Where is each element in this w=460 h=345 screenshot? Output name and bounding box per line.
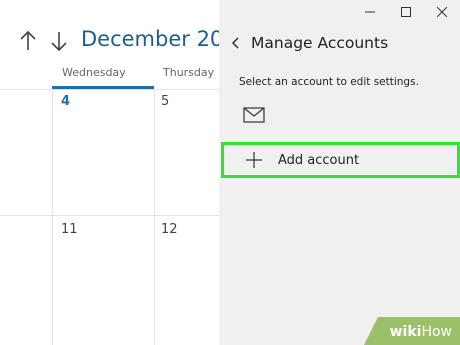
day-cell-today[interactable]: 4 <box>61 94 70 109</box>
grid-line <box>0 215 219 216</box>
add-account-label: Add account <box>278 152 360 168</box>
pane-subtitle: Select an account to edit settings. <box>239 76 419 88</box>
previous-arrow-icon[interactable] <box>20 30 36 52</box>
grid-line <box>0 89 219 90</box>
chevron-left-icon <box>231 37 239 49</box>
maximize-icon <box>401 7 411 17</box>
maximize-button[interactable] <box>388 0 424 24</box>
window-controls <box>352 0 460 24</box>
watermark-wiki: wiki <box>389 324 422 340</box>
minimize-icon <box>365 11 375 13</box>
day-cell[interactable]: 5 <box>161 94 169 109</box>
next-arrow-icon[interactable] <box>51 30 67 52</box>
minimize-button[interactable] <box>352 0 388 24</box>
close-button[interactable] <box>424 0 460 24</box>
day-cell[interactable]: 12 <box>161 222 178 237</box>
day-cell[interactable]: 11 <box>61 222 78 237</box>
pane-title: Manage Accounts <box>251 34 389 52</box>
plus-icon <box>246 152 262 168</box>
pane-header: Manage Accounts <box>219 30 388 56</box>
calendar-view: December 2019 Wednesday Thursday 4 5 11 … <box>0 0 250 345</box>
grid-line <box>154 90 155 345</box>
grid-line <box>52 90 53 345</box>
weekday-wednesday: Wednesday <box>62 66 126 79</box>
manage-accounts-pane: Manage Accounts Select an account to edi… <box>219 0 460 345</box>
back-button[interactable] <box>221 30 251 56</box>
close-icon <box>437 7 447 17</box>
watermark-how: How <box>421 324 452 340</box>
weekday-thursday: Thursday <box>163 66 215 79</box>
wikihow-watermark: wikiHow <box>364 317 460 345</box>
mail-account-icon[interactable] <box>241 104 267 126</box>
add-account-button[interactable]: Add account <box>221 142 460 178</box>
watermark-text: wikiHow <box>390 324 452 340</box>
